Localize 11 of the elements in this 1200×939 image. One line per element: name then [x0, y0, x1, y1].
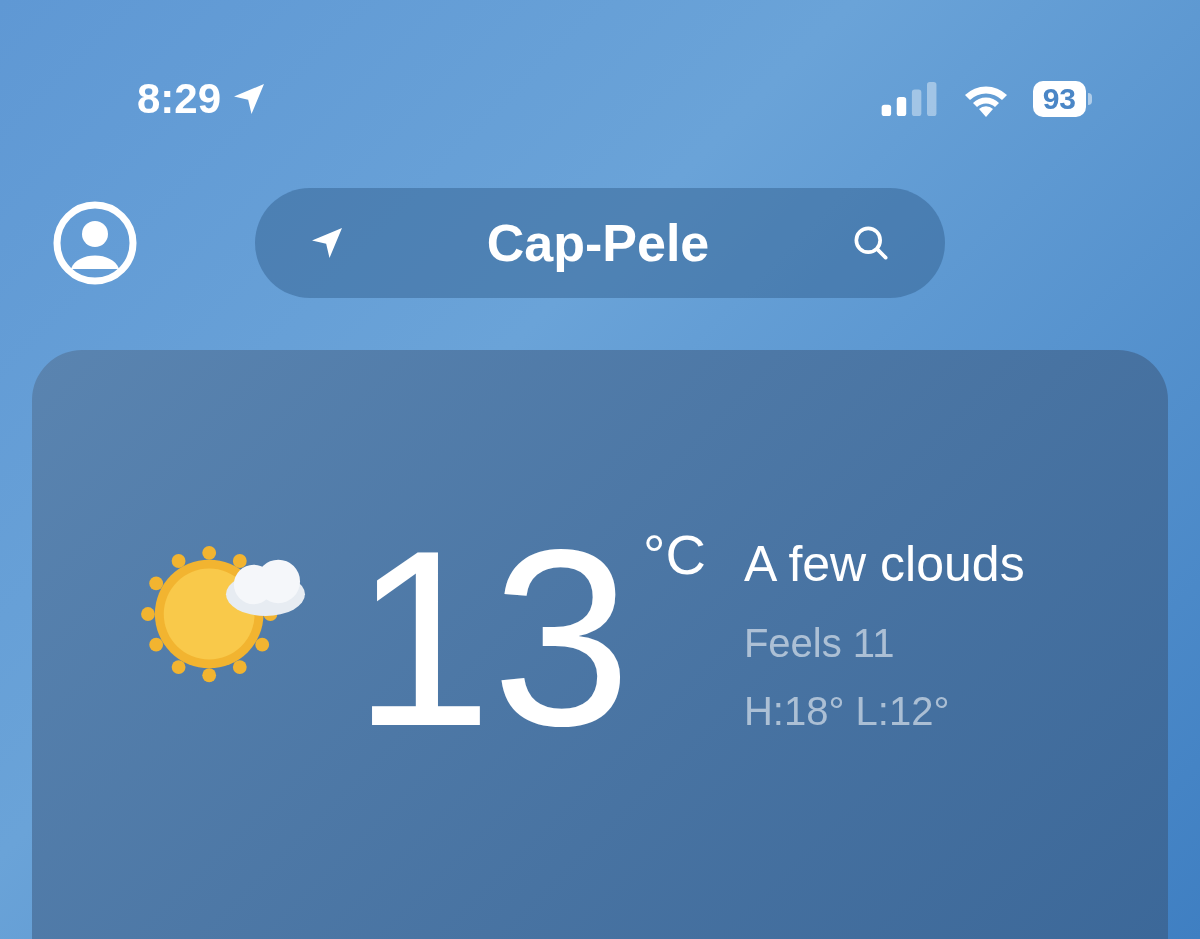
feels-like: Feels 11 — [743, 623, 896, 663]
city-name: Cap-Pele — [486, 213, 710, 274]
high-low: H:18° L:12° — [743, 691, 951, 731]
signal-icon — [880, 82, 939, 116]
status-time: 8:29 — [137, 78, 222, 120]
condition: A few clouds — [743, 539, 1025, 589]
location-search-bar[interactable]: Cap-Pele — [255, 188, 945, 298]
temperature-unit: °C — [643, 527, 706, 583]
temperature: 13 — [353, 533, 632, 746]
profile-icon[interactable] — [53, 201, 137, 285]
battery-indicator: 93 — [1032, 81, 1086, 117]
